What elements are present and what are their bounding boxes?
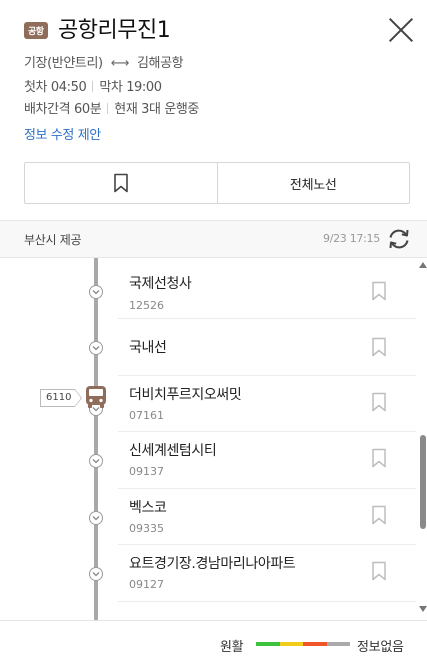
stop-item[interactable]: 신세계센텀시티 09137 — [0, 432, 416, 489]
bookmark-icon[interactable] — [371, 337, 387, 357]
stop-item[interactable]: 국제선청사 12526 — [0, 258, 416, 319]
stop-code: 09127 — [129, 578, 164, 591]
legend-segment — [279, 642, 303, 646]
route-endpoints: 기장(반얀트리) ⟷ 김해공항 — [24, 52, 184, 71]
route-header: 공항 공항리무진1 기장(반얀트리) ⟷ 김해공항 첫차 04:50 막차 19:00… — [0, 0, 427, 220]
legend-segment — [326, 642, 350, 646]
full-route-label: 전체노선 — [289, 177, 337, 193]
operating-count: 현재 3대 운행중 — [114, 102, 199, 117]
bidirectional-arrow-icon: ⟷ — [110, 56, 130, 71]
divider — [118, 601, 416, 602]
legend-segment — [256, 642, 280, 646]
legend-good-label: 원활 — [220, 640, 244, 655]
bus-icon[interactable] — [85, 385, 107, 409]
stop-item[interactable]: 요트경기장.경남마리나아파트 09127 — [0, 545, 416, 602]
last-bus-time: 19:00 — [126, 80, 162, 95]
scroll-up-icon[interactable] — [419, 262, 427, 268]
route-actions: 전체노선 — [24, 162, 410, 204]
bookmark-icon[interactable] — [371, 392, 387, 412]
divider — [92, 81, 94, 92]
scrollbar[interactable] — [419, 262, 427, 612]
bookmark-icon[interactable] — [371, 505, 387, 525]
bookmark-icon[interactable] — [371, 561, 387, 581]
stop-item[interactable]: 국내선 — [0, 319, 416, 376]
chevron-down-icon — [89, 567, 103, 581]
stop-code: 12526 — [129, 299, 164, 312]
legend-color-scale — [256, 642, 350, 646]
interval-value: 60분 — [73, 102, 102, 117]
last-bus-label: 막차 — [99, 80, 123, 95]
stop-code: 09137 — [129, 465, 164, 478]
stop-code: 07161 — [129, 409, 164, 422]
chevron-down-icon — [89, 341, 103, 355]
refresh-icon — [389, 229, 409, 249]
traffic-legend: 원활 정보없음 — [0, 620, 427, 661]
stop-name: 국제선청사 — [129, 276, 192, 292]
bookmark-icon[interactable] — [371, 448, 387, 468]
legend-no-info-label: 정보없음 — [357, 640, 404, 655]
stop-name: 더비치푸르지오써밋 — [129, 387, 242, 403]
legend-segment — [303, 642, 327, 646]
route-title: 공항리무진1 — [58, 18, 171, 43]
first-bus-label: 첫차 — [24, 80, 48, 95]
stop-code: 09335 — [129, 522, 164, 535]
bookmark-route-button[interactable] — [25, 163, 217, 203]
stop-name: 국내선 — [129, 340, 167, 356]
route-schedule: 첫차 04:50 막차 19:00 — [24, 76, 162, 95]
chevron-down-icon — [89, 511, 103, 525]
bookmark-icon — [113, 173, 128, 193]
interval-label: 배차간격 — [24, 102, 71, 117]
suggest-edit-link[interactable]: 정보 수정 제안 — [24, 124, 101, 143]
stop-name: 신세계센텀시티 — [129, 443, 217, 459]
route-type-badge: 공항 — [24, 22, 48, 39]
stop-list[interactable]: 국제선청사 12526 국내선 더비치푸르지오써밋 07161 신세계센텀시티 … — [0, 258, 427, 620]
full-route-button[interactable]: 전체노선 — [216, 163, 410, 203]
refresh-button[interactable] — [386, 226, 412, 252]
route-operation: 배차간격 60분 현재 3대 운행중 — [24, 98, 199, 117]
chevron-down-icon — [89, 454, 103, 468]
updated-time: 9/23 17:15 — [323, 232, 380, 245]
bookmark-icon[interactable] — [371, 281, 387, 301]
data-provider: 부산시 제공 — [24, 233, 82, 247]
close-icon[interactable] — [388, 17, 414, 43]
provider-bar: 부산시 제공 9/23 17:15 — [0, 220, 427, 258]
stop-name: 벡스코 — [129, 500, 167, 516]
divider — [107, 103, 109, 114]
stop-item[interactable]: 벡스코 09335 — [0, 489, 416, 545]
scroll-down-icon[interactable] — [419, 606, 427, 612]
chevron-down-icon — [89, 285, 103, 299]
first-bus-time: 04:50 — [50, 80, 87, 95]
route-destination: 김해공항 — [136, 56, 184, 71]
stop-name: 요트경기장.경남마리나아파트 — [129, 556, 296, 572]
route-origin: 기장(반얀트리) — [24, 56, 103, 71]
scrollbar-thumb[interactable] — [420, 435, 426, 529]
bus-plate-tag[interactable]: 6110 — [40, 389, 84, 407]
